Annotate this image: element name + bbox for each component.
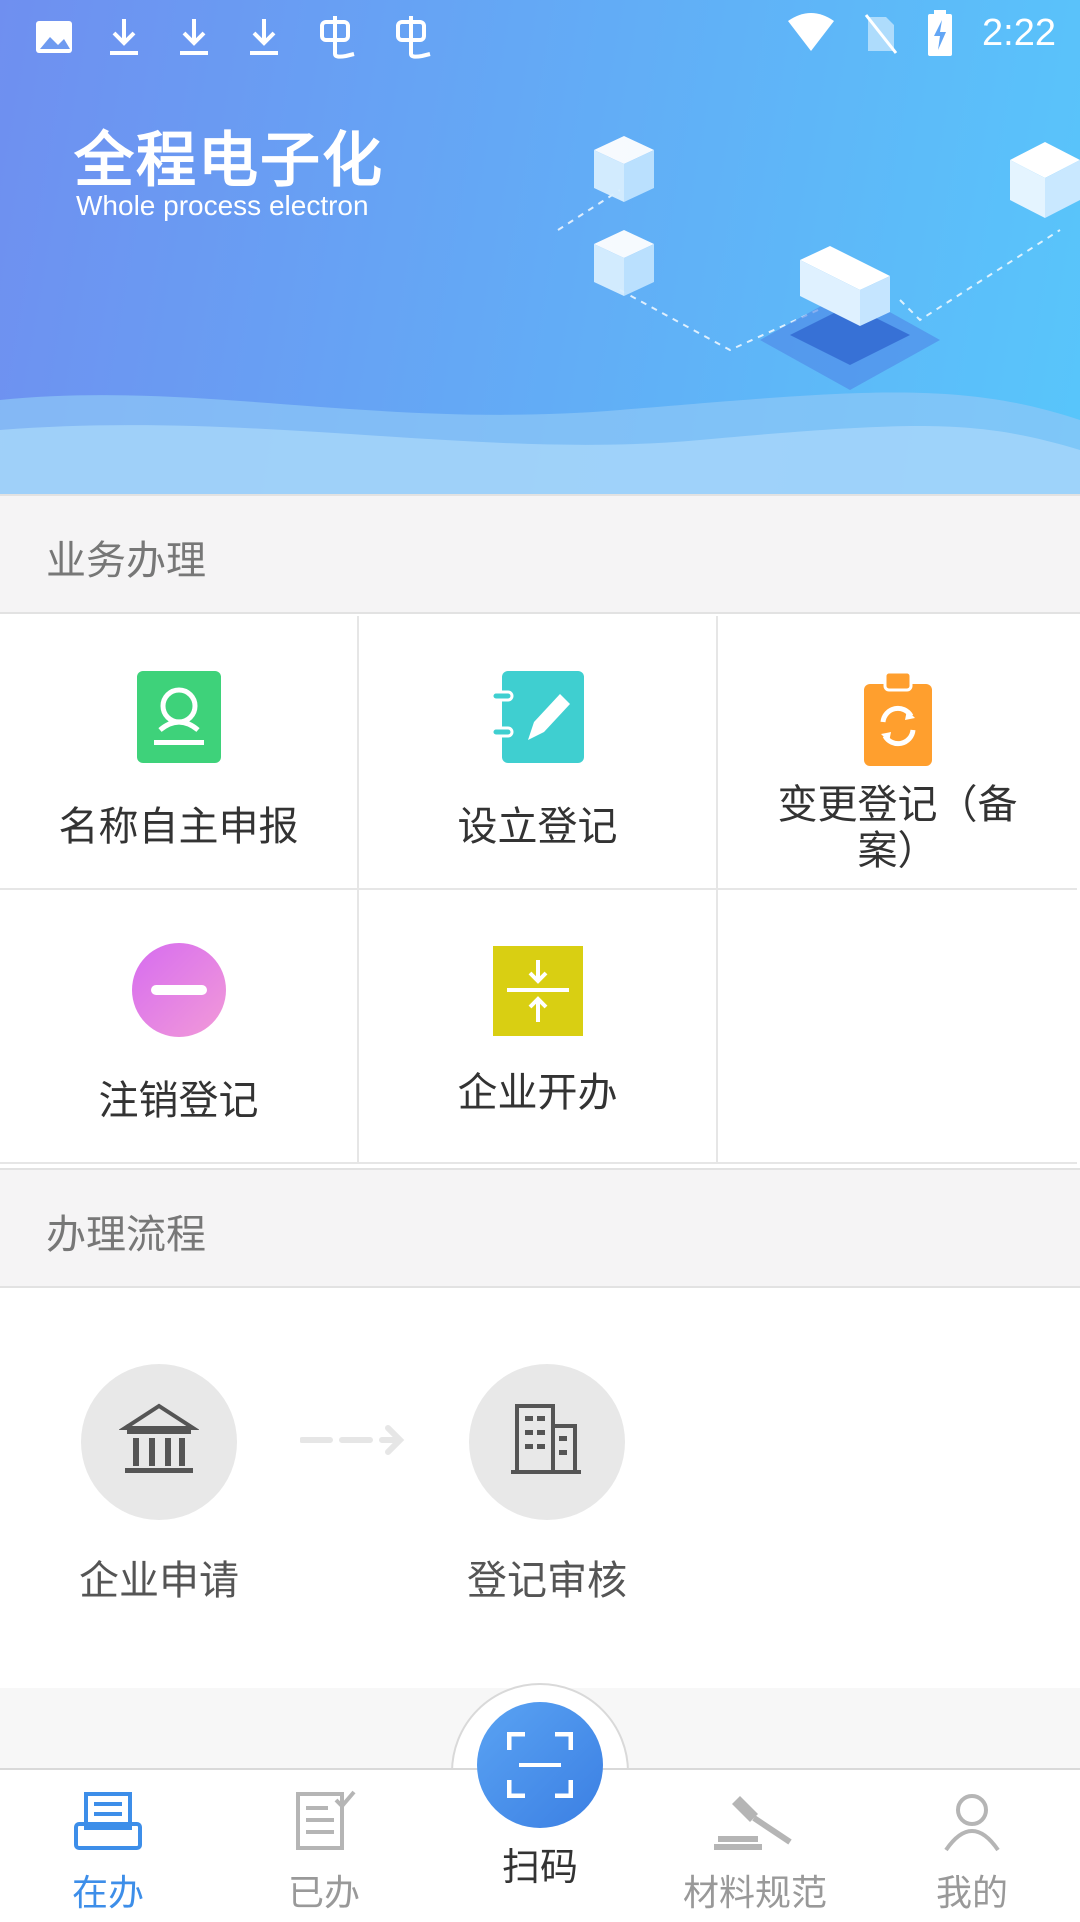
service-label: 注销登记 xyxy=(98,1078,259,1124)
service-enterprise-opening[interactable]: 企业开办 xyxy=(359,890,718,1164)
nav-label: 在办 xyxy=(71,1873,144,1914)
section-header-process: 办理流程 xyxy=(0,1168,1080,1288)
service-label: 企业开办 xyxy=(457,1070,618,1116)
step-icon-circle xyxy=(469,1364,625,1520)
image-icon xyxy=(36,21,72,53)
section-title: 业务办理 xyxy=(46,538,206,584)
nav-label: 已办 xyxy=(287,1873,360,1914)
nav-label: 材料规范 xyxy=(682,1873,827,1914)
nav-tab-mine[interactable]: 我的 xyxy=(902,1790,1042,1916)
bug-icon xyxy=(320,16,355,59)
step-label: 登记审核 xyxy=(467,1558,627,1604)
scan-button[interactable] xyxy=(477,1702,603,1828)
user-icon xyxy=(944,1794,1000,1852)
service-label: 变更登记（备案） xyxy=(777,782,1018,874)
process-step-review: 登记审核 xyxy=(447,1364,647,1606)
step-icon-circle xyxy=(81,1364,237,1520)
section-title: 办理流程 xyxy=(46,1212,206,1258)
no-sim-icon xyxy=(864,14,898,54)
scan-label[interactable]: 扫码 xyxy=(470,1836,610,1891)
banner-subtitle: Whole process electron xyxy=(76,190,369,221)
compress-icon xyxy=(492,946,583,1036)
service-establish-registration[interactable]: 设立登记 xyxy=(359,616,718,890)
clipboard-refresh-icon xyxy=(863,670,932,766)
minus-circle-icon xyxy=(131,943,226,1037)
download-icon xyxy=(250,19,278,55)
service-empty-cell xyxy=(718,890,1077,1164)
section-header-business: 业务办理 xyxy=(0,494,1080,614)
nav-tab-in-progress[interactable]: 在办 xyxy=(38,1790,178,1916)
gavel-icon xyxy=(714,1796,792,1850)
building-icon xyxy=(511,1404,581,1474)
bank-icon xyxy=(119,1403,199,1473)
banner-title: 全程电子化 xyxy=(74,126,384,196)
done-list-icon xyxy=(296,1790,356,1850)
clock: 2:22 xyxy=(982,11,1056,54)
isometric-cubes-illustration xyxy=(557,136,1080,390)
download-icon xyxy=(110,19,138,55)
service-label: 设立登记 xyxy=(457,804,618,850)
wifi-icon xyxy=(788,13,835,51)
process-flow: 企业申请 登记审核 xyxy=(0,1288,1080,1688)
scan-icon xyxy=(507,1732,573,1798)
inbox-tray-icon xyxy=(74,1792,142,1850)
service-name-declaration[interactable]: 名称自主申报 xyxy=(0,616,359,890)
nav-tab-materials[interactable]: 材料规范 xyxy=(660,1790,850,1916)
step-label: 企业申请 xyxy=(79,1558,239,1604)
contact-card-icon xyxy=(136,671,221,763)
service-label: 名称自主申报 xyxy=(58,804,299,850)
service-cancel-registration[interactable]: 注销登记 xyxy=(0,890,359,1164)
download-icon xyxy=(180,19,208,55)
notebook-pen-icon xyxy=(490,671,584,763)
process-step-apply: 企业申请 xyxy=(59,1364,259,1606)
arrow-right-icon xyxy=(300,1425,405,1455)
nav-tab-done[interactable]: 已办 xyxy=(254,1790,394,1916)
service-change-registration[interactable]: 变更登记（备案） xyxy=(718,616,1077,890)
battery-charging-icon xyxy=(928,10,953,56)
status-bar: 2:22 xyxy=(0,0,1080,76)
nav-label: 我的 xyxy=(935,1873,1008,1914)
service-grid: 名称自主申报 设立登记 变更登记（备案） 注销登记 企业开办 xyxy=(0,616,1080,1166)
header-banner: 2:22 全程电子化 Whole process electron xyxy=(0,0,1080,494)
bug-icon xyxy=(396,16,431,59)
